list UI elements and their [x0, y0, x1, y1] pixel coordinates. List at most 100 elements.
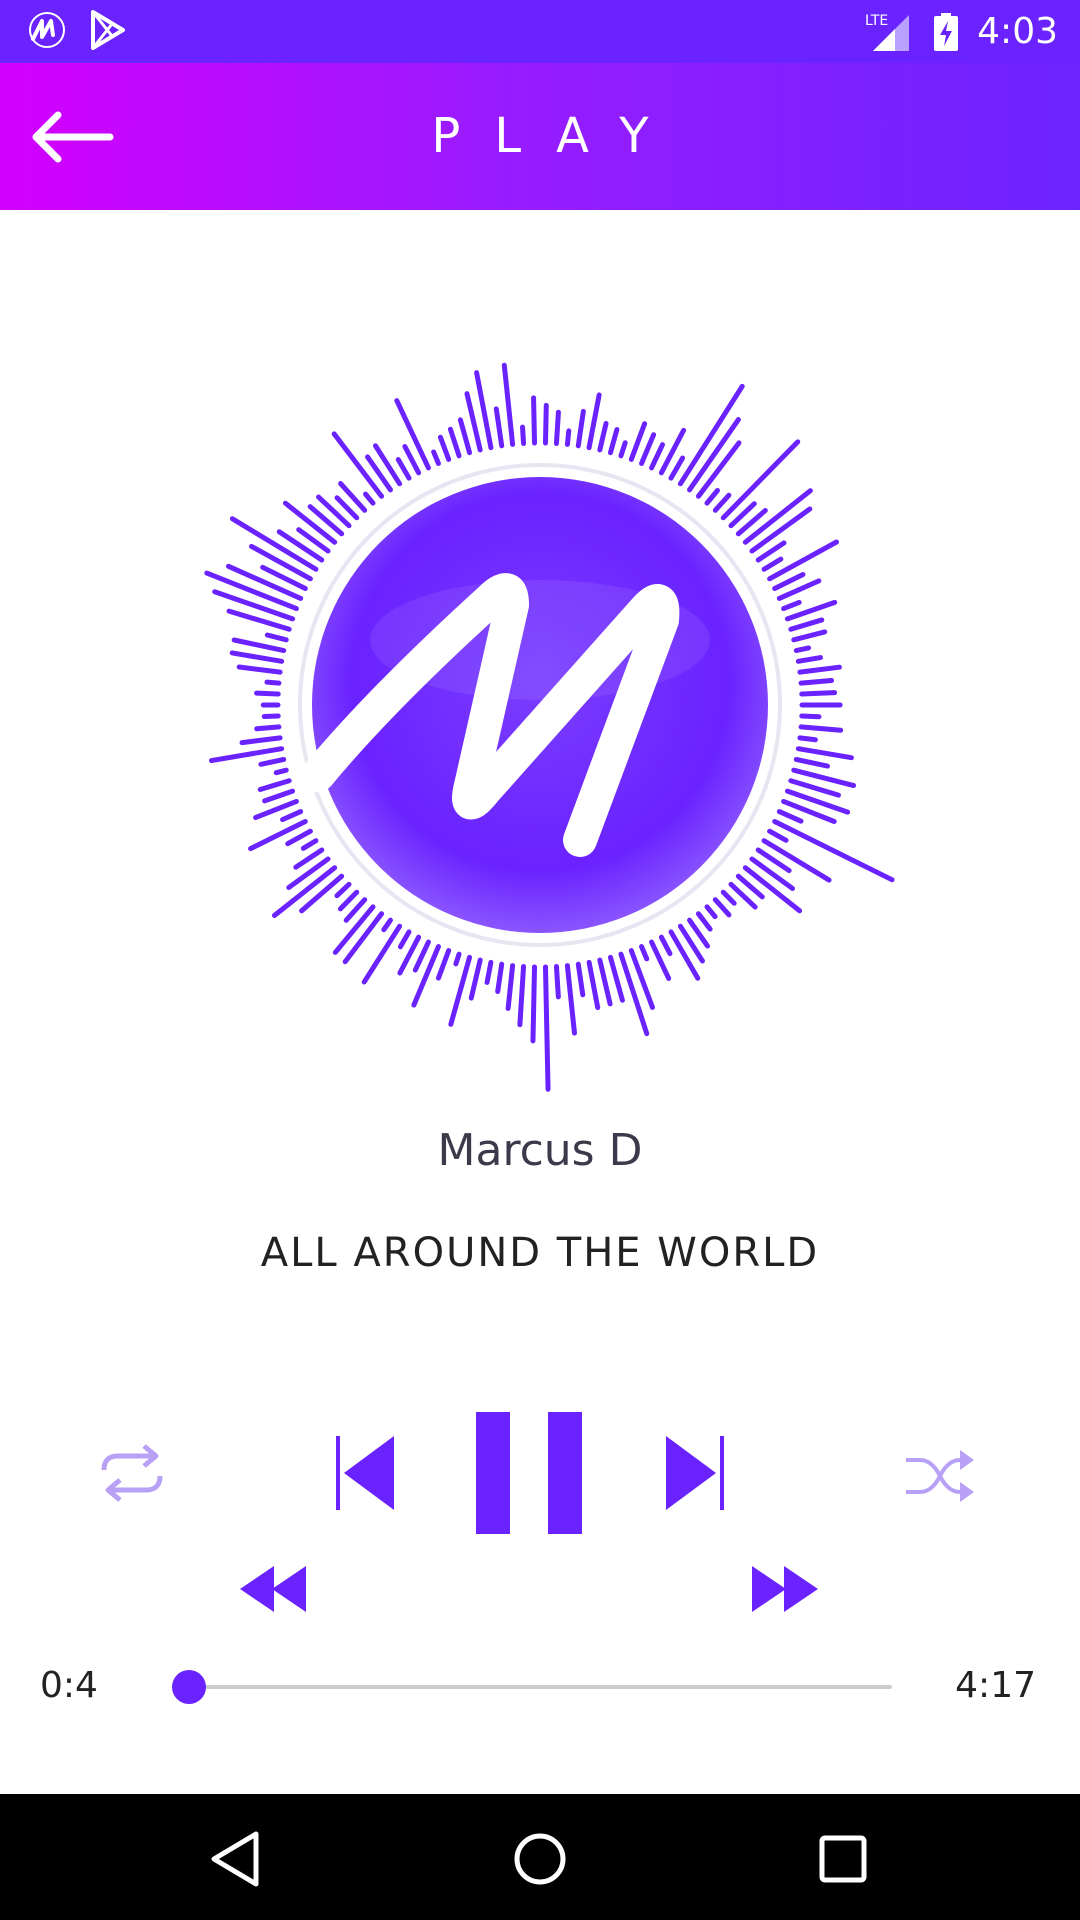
visualizer-bar: [457, 417, 473, 456]
visualizer-bar: [788, 617, 825, 632]
artist-name: Marcus D: [437, 1125, 643, 1176]
visualizer-bar: [793, 756, 830, 769]
seek-bar[interactable]: [172, 1670, 892, 1704]
visualizer-bar: [772, 818, 895, 883]
visualizer-bar: [316, 494, 352, 529]
visualizer-bar: [276, 529, 325, 563]
visualizer-bar: [493, 406, 505, 449]
visualizer-bar: [431, 449, 441, 466]
visualizer-bar: [772, 571, 806, 592]
pause-button[interactable]: [476, 1412, 584, 1534]
shuffle-button[interactable]: [904, 1448, 976, 1504]
visualizer-bar: [286, 856, 331, 890]
repeat-icon: [101, 1444, 163, 1502]
visualizer-bar: [258, 756, 287, 767]
music-app-notification-icon: [29, 12, 65, 48]
next-button[interactable]: [664, 1432, 726, 1514]
visualizer-bar: [229, 650, 285, 664]
visualizer-bar: [212, 589, 296, 622]
visualizer-bar: [781, 599, 802, 612]
visualizer-bar: [273, 767, 289, 776]
nav-home-icon: [514, 1833, 566, 1885]
visualizer-bar: [505, 963, 516, 1011]
skip-next-icon: [666, 1436, 724, 1510]
arrow-back-icon: [32, 111, 114, 163]
visualizer-bar: [776, 809, 804, 824]
visualizer-bar: [435, 948, 452, 981]
visualizer-bar: [402, 444, 422, 476]
visualizer-bar: [517, 963, 527, 1028]
visualizer-bar: [395, 456, 412, 481]
visualizer-bar: [363, 491, 376, 506]
fast-forward-icon: [752, 1566, 818, 1612]
visualizer-bar: [257, 778, 292, 792]
visualizer-bar: [749, 856, 796, 891]
visualizer-bar: [799, 690, 838, 697]
shuffle-icon: [906, 1450, 974, 1502]
total-duration: 4:17: [955, 1665, 1036, 1706]
visualizer-bar: [704, 904, 718, 920]
visualizer-bar: [649, 442, 666, 471]
system-nav-bar: [0, 1794, 1080, 1920]
visualizer-bar: [397, 929, 412, 950]
visualizer-bar: [797, 735, 818, 743]
visualizer-bar: [520, 424, 527, 447]
visualizer-bar: [564, 963, 577, 1036]
visualizer-bar: [575, 408, 586, 449]
system-status: LTE 4:03: [863, 0, 1058, 63]
visualizer-bar: [300, 838, 319, 851]
visualizer-bar: [704, 487, 720, 506]
nav-back-button[interactable]: [200, 1824, 270, 1894]
network-type-label: LTE: [865, 13, 888, 29]
visualizer-bar: [597, 420, 609, 453]
rewind-button[interactable]: [240, 1566, 306, 1612]
visualizer-bar: [767, 828, 789, 843]
visualizer-bar: [607, 427, 620, 456]
nav-home-button[interactable]: [505, 1824, 575, 1894]
visualizer-bar: [261, 713, 281, 720]
song-title: ALL AROUND THE WORLD: [260, 1230, 820, 1276]
visualizer-bar: [799, 713, 822, 720]
visualizer-bar: [586, 392, 602, 451]
fast-forward-button[interactable]: [752, 1566, 818, 1612]
visualizer-bar: [639, 944, 650, 962]
play-store-notification-icon: [91, 10, 125, 50]
page-title: PLAY: [431, 108, 683, 164]
visualizer-bar: [337, 889, 360, 912]
visualizer-bar: [437, 434, 452, 462]
app-bar: PLAY: [0, 63, 1080, 210]
visualizer-bar: [264, 632, 289, 643]
previous-button[interactable]: [334, 1432, 396, 1514]
visualizer-bar: [712, 492, 732, 513]
visualizer-bar: [668, 929, 701, 981]
elapsed-time: 0:4: [40, 1665, 98, 1706]
visualizer-bar: [530, 964, 538, 1044]
visualizer-bar: [564, 428, 572, 447]
visualizer-bar: [280, 809, 304, 823]
repeat-button[interactable]: [96, 1440, 168, 1506]
visualizer-bar: [484, 959, 494, 985]
nav-back-icon: [211, 1831, 259, 1887]
visualizer-bar: [453, 951, 462, 967]
visualizer-bar: [586, 959, 601, 1011]
visualizer-bar: [381, 917, 393, 933]
nav-recents-button[interactable]: [808, 1824, 878, 1894]
back-button[interactable]: [28, 107, 118, 167]
visualizer-bar: [236, 664, 283, 675]
visualizer-bar: [495, 961, 505, 994]
visualizer-bar: [209, 746, 285, 764]
visualizer-svg: [204, 362, 895, 1092]
visualizer-bar: [795, 655, 824, 664]
notification-icons: [26, 10, 126, 50]
visualizer-bar: [334, 881, 352, 899]
visualizer-bar: [618, 951, 650, 1037]
seek-thumb[interactable]: [172, 1670, 207, 1704]
visualizer-bar: [262, 788, 296, 804]
visualizer-bar: [501, 362, 516, 447]
visualizer-bar: [468, 957, 483, 1001]
visualizer-bar: [575, 961, 586, 998]
visualizer-bar: [264, 679, 282, 686]
visualizer-bar: [597, 957, 613, 1007]
skip-previous-icon: [336, 1436, 394, 1510]
visualizer-bar: [553, 963, 561, 1000]
